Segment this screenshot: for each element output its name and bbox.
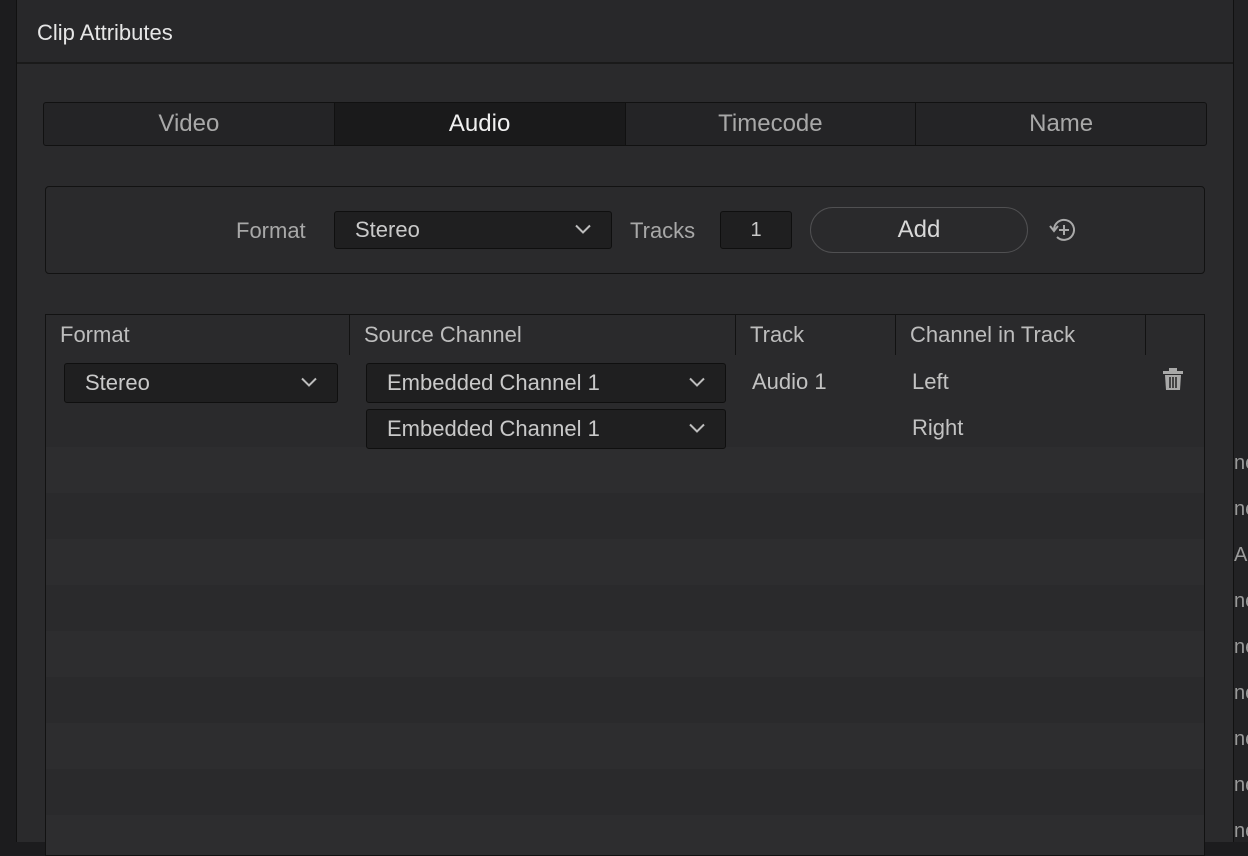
tracks-input[interactable]: 1 — [720, 211, 792, 249]
background-text: ne — [1234, 728, 1248, 750]
format-select-value: Stereo — [355, 217, 420, 242]
background-text: ne — [1234, 636, 1248, 658]
table-row-bg — [46, 769, 1204, 815]
table-row-bg — [46, 493, 1204, 539]
reset-icon[interactable] — [1048, 215, 1078, 245]
background-text: A — [1234, 544, 1248, 566]
background-text: ne — [1234, 774, 1248, 796]
column-header-track: Track — [736, 315, 896, 355]
tab-bar: Video Audio Timecode Name — [43, 102, 1207, 146]
channel-in-track-right: Right — [912, 415, 964, 440]
background-text: ne — [1234, 820, 1248, 842]
row-format-select[interactable]: Stereo — [64, 363, 338, 403]
background-app-edge: ne ne A ne ne ne ne ne ne — [1232, 0, 1248, 842]
chevron-down-icon — [689, 377, 705, 387]
chevron-down-icon — [301, 377, 317, 387]
dialog-titlebar[interactable]: Clip Attributes — [17, 0, 1233, 64]
clip-attributes-dialog: Clip Attributes Video Audio Timecode Nam… — [16, 0, 1234, 856]
column-header-actions — [1146, 315, 1204, 355]
table-row-bg — [46, 677, 1204, 723]
tab-video[interactable]: Video — [44, 103, 335, 145]
table-header: Format Source Channel Track Channel in T… — [46, 315, 1204, 356]
chevron-down-icon — [575, 224, 591, 234]
background-text: ne — [1234, 590, 1248, 612]
channel-mapping-table: Format Source Channel Track Channel in T… — [45, 314, 1205, 856]
format-select[interactable]: Stereo — [334, 211, 612, 249]
table-row-bg — [46, 539, 1204, 585]
chevron-down-icon — [689, 423, 705, 433]
table-row-bg — [46, 631, 1204, 677]
table-row-bg — [46, 815, 1204, 855]
dialog-title: Clip Attributes — [37, 20, 173, 45]
format-label: Format — [236, 218, 306, 243]
add-button[interactable]: Add — [810, 207, 1028, 253]
source-channel-select-left[interactable]: Embedded Channel 1 — [366, 363, 726, 403]
channel-in-track-left: Left — [912, 369, 949, 394]
column-header-format: Format — [46, 315, 350, 355]
source-channel-select-right[interactable]: Embedded Channel 1 — [366, 409, 726, 449]
tab-audio[interactable]: Audio — [334, 103, 626, 145]
tracks-label: Tracks — [630, 218, 696, 243]
background-text: ne — [1234, 498, 1248, 520]
column-header-source-channel: Source Channel — [350, 315, 736, 355]
background-text: ne — [1234, 682, 1248, 704]
background-text: ne — [1234, 452, 1248, 474]
column-header-channel-in-track: Channel in Track — [896, 315, 1146, 355]
row-format-value: Stereo — [85, 370, 150, 395]
tab-name[interactable]: Name — [916, 103, 1206, 145]
track-name: Audio 1 — [752, 369, 827, 394]
table-row-bg — [46, 585, 1204, 631]
table-row-bg — [46, 723, 1204, 769]
add-track-panel: Format Stereo Tracks 1 Add — [45, 186, 1205, 274]
source-channel-value: Embedded Channel 1 — [387, 416, 600, 441]
tab-timecode[interactable]: Timecode — [626, 103, 917, 145]
trash-icon[interactable] — [1162, 367, 1184, 391]
source-channel-value: Embedded Channel 1 — [387, 370, 600, 395]
table-row-bg — [46, 447, 1204, 493]
